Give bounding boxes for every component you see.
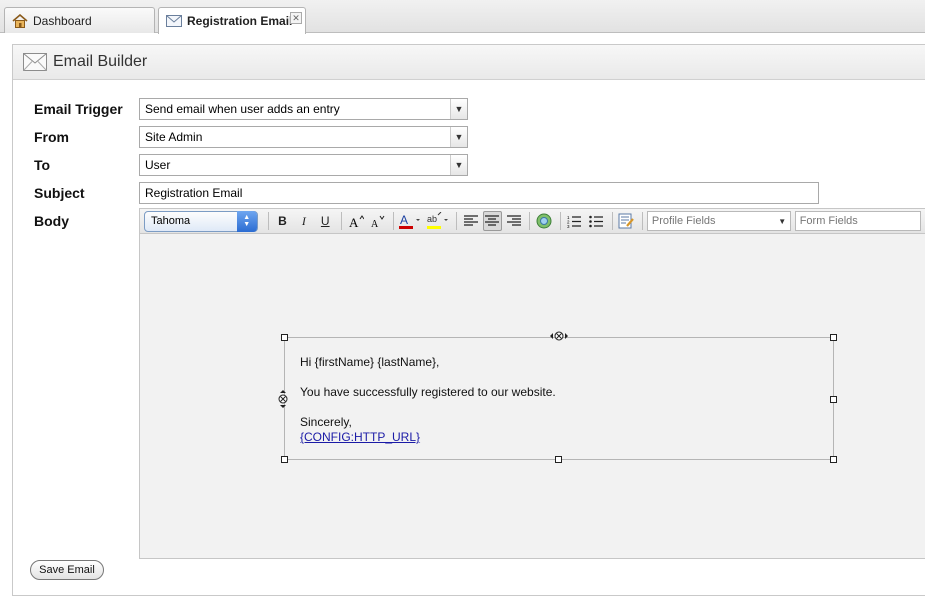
align-left-icon[interactable] (461, 211, 480, 231)
svg-text:A: A (349, 215, 359, 228)
to-select[interactable]: User ▼ (139, 154, 468, 176)
highlight-color-icon[interactable]: ab (425, 211, 450, 231)
email-message: You have successfully registered to our … (300, 385, 556, 399)
panel-header: Email Builder (13, 45, 925, 80)
body-label: Body (34, 213, 69, 229)
bold-button[interactable]: B (273, 211, 292, 231)
svg-text:ab: ab (427, 214, 437, 224)
page-title: Email Builder (53, 53, 148, 70)
from-select[interactable]: Site Admin ▼ (139, 126, 468, 148)
toolbar-separator (340, 212, 342, 230)
from-label: From (34, 129, 69, 145)
to-label: To (34, 157, 51, 173)
align-center-icon[interactable] (482, 211, 503, 231)
form-fields-select[interactable]: Form Fields (794, 211, 922, 231)
subject-value: Registration Email (145, 186, 243, 200)
tab-registration-email[interactable]: Registration Email ✕ (158, 7, 306, 34)
font-family-value: Tahoma (151, 215, 191, 227)
tab-dashboard[interactable]: Dashboard (4, 7, 155, 33)
home-icon (11, 13, 29, 29)
edit-source-icon[interactable] (617, 211, 636, 231)
svg-text:A: A (400, 213, 408, 227)
select-value: Send email when user adds an entry (145, 102, 340, 116)
email-trigger-select[interactable]: Send email when user adds an entry ▼ (139, 98, 468, 120)
svg-text:A: A (371, 219, 379, 228)
select-value: Site Admin (145, 130, 203, 144)
resize-handle[interactable] (555, 456, 562, 463)
resize-handle[interactable] (830, 456, 837, 463)
tab-strip: Dashboard Registration Email ✕ (0, 0, 925, 34)
select-value: User (145, 158, 171, 172)
toolbar-separator (559, 212, 561, 230)
resize-handle[interactable] (830, 334, 837, 341)
resize-handle[interactable] (281, 334, 288, 341)
chevron-down-icon: ▼ (778, 216, 787, 226)
move-handle-icon[interactable] (549, 330, 569, 342)
toolbar-separator (529, 212, 531, 230)
chevron-down-icon: ▼ (450, 99, 467, 119)
profile-fields-placeholder: Profile Fields (651, 215, 716, 227)
resize-handle[interactable] (281, 456, 288, 463)
profile-fields-select[interactable]: Profile Fields ▼ (646, 211, 791, 231)
tab-label: Registration Email (187, 14, 293, 28)
close-icon[interactable]: ✕ (290, 12, 302, 24)
form-fields-placeholder: Form Fields (799, 215, 858, 227)
font-size-increase-icon[interactable]: A (346, 211, 365, 231)
toolbar-separator (611, 212, 613, 230)
move-handle-icon[interactable] (277, 389, 289, 409)
toolbar-separator (392, 212, 394, 230)
email-trigger-label: Email Trigger (34, 101, 123, 117)
editor-toolbar: Tahoma ▲ ▼ B I U A A A ab 123 Profile Fie (139, 208, 925, 234)
email-content-block[interactable]: Hi {firstName} {lastName}, You have succ… (284, 337, 834, 460)
font-color-icon[interactable]: A (398, 211, 423, 231)
italic-button[interactable]: I (294, 211, 313, 231)
ordered-list-icon[interactable]: 123 (565, 211, 584, 231)
font-size-decrease-icon[interactable]: A (367, 211, 386, 231)
updown-icon: ▲ ▼ (236, 210, 257, 232)
subject-label: Subject (34, 185, 85, 201)
align-right-icon[interactable] (504, 211, 523, 231)
chevron-down-icon: ▼ (450, 155, 467, 175)
tab-label: Dashboard (33, 13, 92, 28)
insert-link-icon[interactable] (534, 211, 553, 231)
envelope-icon (165, 13, 183, 29)
toolbar-separator (267, 212, 269, 230)
save-email-button[interactable]: Save Email (30, 560, 104, 580)
toolbar-separator (456, 212, 458, 230)
toolbar-separator (641, 212, 643, 230)
email-greeting: Hi {firstName} {lastName}, (300, 355, 440, 369)
subject-input[interactable]: Registration Email (139, 182, 819, 204)
unordered-list-icon[interactable] (586, 211, 605, 231)
underline-button[interactable]: U (316, 211, 335, 231)
envelope-icon (23, 53, 49, 71)
font-family-select[interactable]: Tahoma ▲ ▼ (144, 210, 258, 232)
svg-text:3: 3 (567, 224, 570, 228)
resize-handle[interactable] (830, 396, 837, 403)
chevron-down-icon: ▼ (450, 127, 467, 147)
config-url-link[interactable]: {CONFIG:HTTP_URL} (300, 430, 420, 444)
email-closing: Sincerely, (300, 415, 352, 429)
